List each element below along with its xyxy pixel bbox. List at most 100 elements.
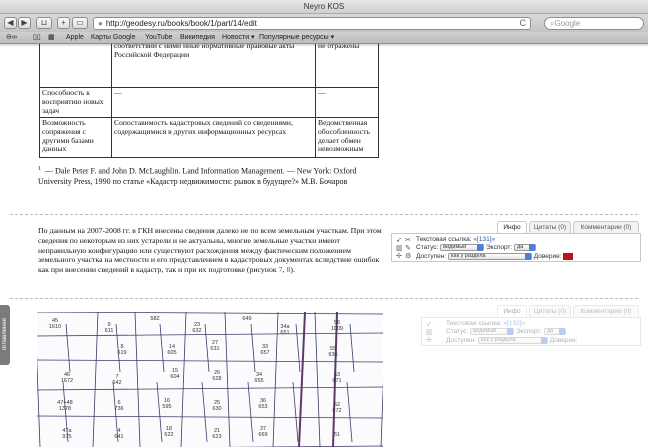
status-select[interactable]: видимый [470, 328, 515, 335]
road-boundary [298, 312, 338, 447]
move-icon[interactable]: ➶ [396, 236, 402, 244]
tab-quotes[interactable]: Цитаты (0) [529, 221, 571, 233]
page-content: законы, другие федеральные законы и изда… [0, 44, 648, 447]
parcel-boundary [250, 323, 256, 373]
table-cell: Способность к восприятию новых задач [39, 87, 112, 118]
paragraph-text: По данным на 2007-2008 гг. в ГКН внесены… [38, 226, 382, 275]
table-row: Возможность сопряжения с другими базами … [39, 117, 379, 158]
access-label: Доступен: [416, 253, 447, 261]
parcel-area: 1672 [61, 378, 73, 384]
parcel-boundary [37, 386, 383, 391]
address-text: http://geodesy.ru/books/book/1/part/14/e… [105, 19, 257, 28]
parcel-area: 630 [212, 406, 221, 412]
parcel-area: 1009 [331, 326, 343, 332]
table-cell: Возможность сопряжения с другими базами … [39, 117, 112, 158]
pencil-icon[interactable]: ✎ [405, 244, 411, 252]
table-cell: Сопоставимость кадастровых сведений со с… [111, 117, 316, 158]
forward-icon[interactable]: ▶ [18, 17, 31, 29]
status-value: видимый [473, 328, 497, 334]
access-value: как у раздела [450, 253, 486, 259]
bookmark-news[interactable]: Новости ▾ [222, 32, 255, 43]
table-cell: Многие моменты не отражены [315, 44, 379, 88]
table-row: Способность к восприятию новых задач — — [39, 87, 379, 118]
parcel-area: 657 [260, 350, 269, 356]
trash-icon[interactable]: ▥ [396, 244, 403, 252]
parcel-area: 632 [192, 328, 201, 334]
open-book-icon[interactable]: ▯▯ [33, 32, 41, 43]
back-icon[interactable]: ◀ [4, 17, 17, 29]
side-tab-label: оглавление [2, 317, 8, 351]
status-select[interactable]: видимый [440, 244, 485, 251]
move-icon[interactable]: ➶ [426, 320, 432, 328]
gear-icon[interactable]: ⚙ [405, 252, 411, 260]
parcel-boundary [159, 323, 165, 373]
export-value: да [547, 328, 554, 334]
trash-icon[interactable]: ▥ [426, 328, 433, 336]
tab-info[interactable]: Инфо [497, 221, 527, 233]
tray-icon[interactable]: ⊔ [36, 17, 52, 29]
parcel-boundary [180, 312, 187, 447]
trust-label: Доверие: [533, 253, 562, 261]
tab-info[interactable]: Инфо [497, 305, 527, 317]
parcel-boundary [65, 323, 71, 373]
parcel-area: 595 [162, 404, 171, 410]
tab-quotes[interactable]: Цитаты (0) [529, 305, 571, 317]
info-tabs: Инфо Цитаты (0) Комментарии (0) [497, 221, 641, 233]
info-panel: ➶ ▥ ✢ Текстовая ссылка: «[132]» Статус: … [421, 317, 641, 346]
table-cell: — [111, 87, 316, 118]
parcel-area: 641 [114, 434, 123, 440]
parcel-boundary [156, 381, 163, 443]
parcel-area: 642 [112, 380, 121, 386]
export-value: да [517, 244, 524, 250]
trust-swatch[interactable] [563, 253, 574, 260]
search-field[interactable]: ⌕Google [544, 17, 644, 30]
footnote: 1 — Dale Peter F. and John D. McLaughlin… [38, 164, 384, 187]
refresh-icon[interactable]: C [520, 18, 527, 29]
reader-icon[interactable]: ⊖∞ [6, 32, 17, 43]
access-select[interactable]: как у раздела [477, 337, 548, 344]
link-value[interactable]: «[132]» [503, 320, 525, 327]
parcel-boundary [37, 415, 383, 419]
parcel-area: 653 [258, 404, 267, 410]
address-bar[interactable]: ● http://geodesy.ru/books/book/1/part/14/… [93, 17, 531, 30]
parcel-boundary [37, 359, 383, 363]
cut-icon[interactable]: ✂ [405, 236, 411, 244]
link-value[interactable]: «[131]» [473, 236, 495, 243]
bookmark-youtube[interactable]: YouTube [145, 32, 173, 43]
bookmark-popular[interactable]: Популярные ресурсы ▾ [259, 32, 334, 43]
drag-icon[interactable]: ✢ [426, 336, 432, 344]
contents-side-tab[interactable]: оглавление [0, 305, 10, 365]
bookmark-apple[interactable]: Apple [66, 32, 84, 43]
tab-comments[interactable]: Комментарии (0) [573, 305, 639, 317]
parcel-boundary [224, 312, 231, 447]
window-titlebar: Neyro KOS [0, 0, 648, 14]
table-cell: законы, другие федеральные законы и изда… [111, 44, 316, 88]
parcel-boundary [295, 323, 301, 373]
bookmark-wikipedia[interactable]: Википедия [180, 32, 215, 43]
grid-icon[interactable]: ▦ [48, 32, 55, 43]
page-top-shadow [0, 44, 648, 47]
export-select[interactable]: да [514, 244, 537, 251]
section-divider [10, 298, 638, 299]
drag-icon[interactable]: ✢ [396, 252, 402, 260]
access-select[interactable]: как у раздела [447, 253, 532, 260]
cadastral-map: 451610 96115822363264934a6515610098619146… [37, 312, 383, 447]
parcel-area: 631 [210, 346, 219, 352]
parcel-boundary [201, 381, 208, 443]
parcel-number: 582 [150, 316, 159, 322]
parcel-boundary [134, 312, 141, 447]
table-cell: Ведомственная обособленность делает обме… [315, 117, 379, 158]
window-icon[interactable]: ▭ [72, 17, 88, 29]
parcel-area: 651 [280, 330, 289, 336]
bookmarks-bar: ⊖∞ ▯▯ ▦ Apple Карты Google YouTube Викип… [0, 32, 648, 44]
parcel-boundary [37, 355, 41, 447]
parcel-boundary [247, 381, 254, 443]
parcel-area: 611 [105, 328, 114, 334]
tab-comments[interactable]: Комментарии (0) [573, 221, 639, 233]
parcel-area: 619 [117, 350, 126, 356]
export-select[interactable]: да [544, 328, 567, 335]
parcel-area: 736 [114, 406, 123, 412]
bookmark-google-maps[interactable]: Карты Google [91, 32, 135, 43]
add-icon[interactable]: + [57, 17, 70, 29]
info-tabs: Инфо Цитаты (0) Комментарии (0) [497, 305, 641, 317]
